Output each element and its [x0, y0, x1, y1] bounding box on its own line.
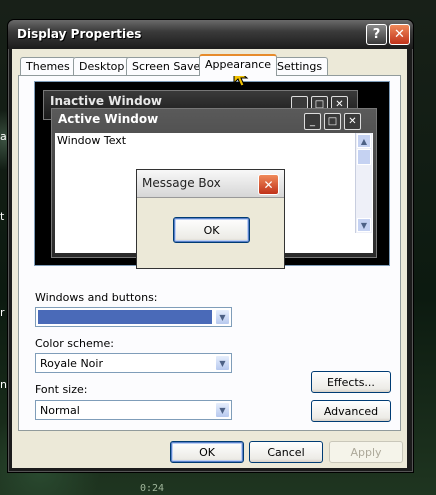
tab-desktop[interactable]: Desktop — [73, 57, 131, 75]
active-window-title: Active Window — [58, 112, 159, 126]
apply-button[interactable]: Apply — [329, 441, 403, 463]
help-icon: ? — [372, 27, 381, 42]
desktop-text-fragment: t — [0, 210, 5, 223]
scroll-down-icon: ▼ — [357, 218, 371, 232]
windows-buttons-label: Windows and buttons: — [35, 291, 158, 304]
scroll-up-icon: ▲ — [357, 134, 371, 148]
tab-settings[interactable]: Settings — [271, 57, 329, 75]
preview-message-box: Message Box ✕ OK — [136, 169, 285, 269]
font-size-select[interactable]: Normal ▼ — [35, 400, 232, 420]
close-icon: ✕ — [344, 113, 361, 130]
tab-label: Screen Saver — [132, 60, 205, 73]
color-scheme-select[interactable]: Royale Noir ▼ — [35, 353, 232, 373]
close-icon: ✕ — [394, 27, 405, 42]
preview-scrollbar: ▲ ▼ — [355, 133, 372, 233]
title-bar[interactable]: Display Properties ? ✕ — [8, 20, 413, 49]
maximize-icon: □ — [324, 113, 341, 130]
close-icon: ✕ — [258, 174, 279, 195]
inactive-window-title: Inactive Window — [50, 94, 163, 108]
ok-label: OK — [199, 445, 215, 459]
tab-label: Themes — [26, 60, 70, 73]
appearance-preview: Inactive Window _ □ ✕ Active Window _ □ … — [34, 81, 390, 269]
font-size-label: Font size: — [35, 383, 88, 396]
effects-button[interactable]: Effects... — [311, 371, 391, 393]
font-size-value: Normal — [40, 404, 80, 417]
display-properties-dialog: Display Properties ? ✕ Themes Desktop Sc… — [7, 19, 414, 473]
style-swatch — [38, 310, 212, 324]
advanced-button[interactable]: Advanced — [311, 400, 391, 422]
window-text: Window Text — [57, 134, 127, 147]
desktop-text-fragment: a — [0, 130, 7, 143]
tab-label: Appearance — [205, 58, 272, 71]
cancel-label: Cancel — [267, 445, 305, 459]
help-button[interactable]: ? — [366, 24, 387, 45]
tab-appearance[interactable]: Appearance — [199, 54, 278, 76]
message-box-title: Message Box — [142, 176, 221, 190]
chevron-down-icon[interactable]: ▼ — [215, 402, 230, 418]
color-scheme-value: Royale Noir — [40, 357, 103, 370]
tab-label: Desktop — [79, 60, 125, 73]
preview-ok-button: OK — [173, 217, 250, 243]
windows-buttons-select[interactable]: ▼ — [35, 307, 232, 327]
window-title: Display Properties — [17, 27, 142, 41]
desktop-text-fragment: r — [0, 306, 5, 319]
tab-themes[interactable]: Themes — [20, 57, 76, 75]
chevron-down-icon[interactable]: ▼ — [215, 309, 230, 325]
message-box-titlebar: Message Box ✕ — [137, 170, 284, 198]
desktop-text-fragment: n — [0, 378, 7, 391]
advanced-label: Advanced — [323, 404, 379, 418]
effects-label: Effects... — [327, 375, 375, 389]
chevron-down-icon[interactable]: ▼ — [215, 355, 230, 371]
tab-label: Settings — [277, 60, 323, 73]
taskbar-clock: 0:24 — [140, 483, 165, 494]
scroll-thumb — [357, 149, 371, 165]
close-button[interactable]: ✕ — [389, 24, 410, 45]
minimize-icon: _ — [304, 113, 321, 130]
ok-button[interactable]: OK — [170, 441, 244, 463]
preview-ok-label: OK — [203, 223, 220, 237]
cancel-button[interactable]: Cancel — [249, 441, 323, 463]
apply-label: Apply — [350, 445, 382, 459]
color-scheme-label: Color scheme: — [35, 337, 114, 350]
